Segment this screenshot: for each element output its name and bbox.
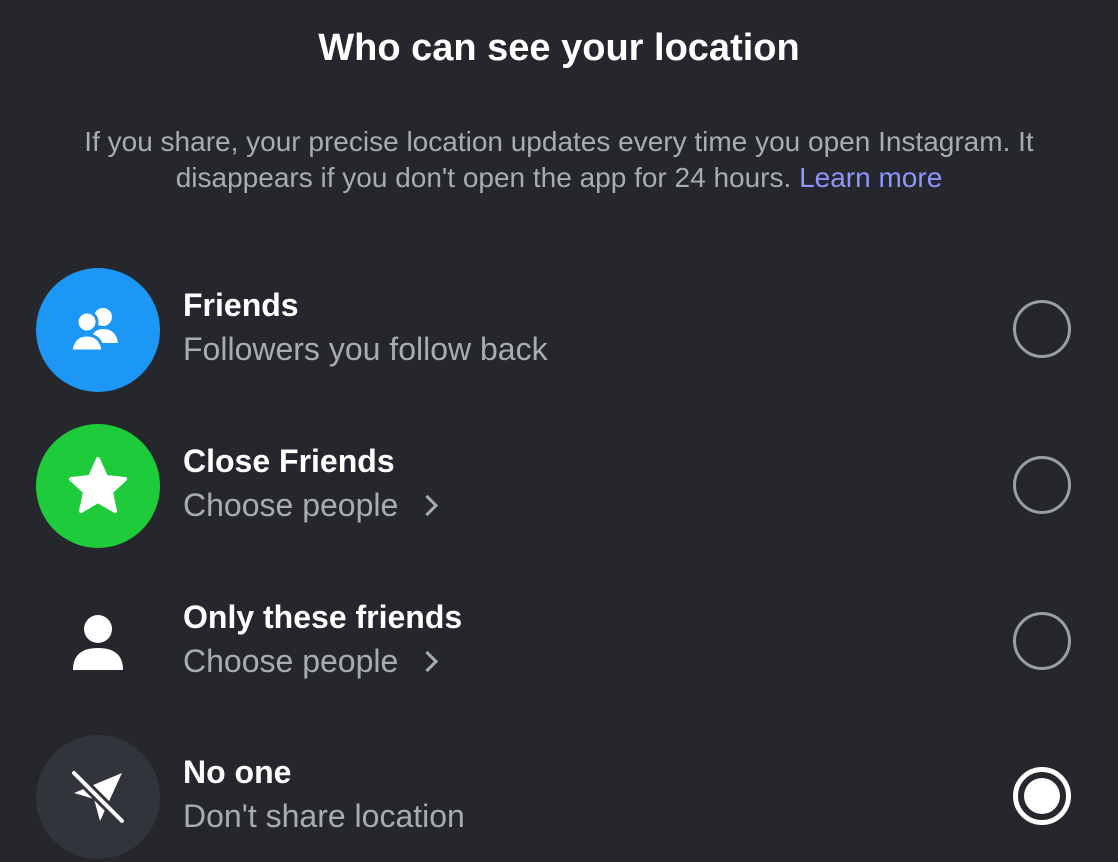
option-only-these-friends[interactable]: Only these friends Choose people bbox=[0, 577, 1118, 707]
radio-only-these-friends[interactable] bbox=[1013, 612, 1071, 670]
option-no-one[interactable]: No one Don't share location bbox=[0, 732, 1118, 862]
friends-avatar bbox=[36, 268, 160, 392]
option-no-one-subtitle-text: Don't share location bbox=[183, 798, 465, 834]
star-icon bbox=[69, 457, 127, 513]
person-icon bbox=[73, 615, 123, 670]
only-these-friends-avatar bbox=[36, 580, 160, 704]
option-no-one-title: No one bbox=[183, 754, 292, 790]
page-title: Who can see your location bbox=[318, 27, 800, 69]
option-close-friends-subtitle-text: Choose people bbox=[183, 487, 399, 523]
radio-no-one[interactable] bbox=[1013, 767, 1071, 825]
chevron-right-icon bbox=[417, 650, 439, 672]
chevron-right-icon bbox=[417, 494, 439, 516]
no-one-avatar bbox=[36, 735, 160, 859]
option-only-these-friends-subtitle[interactable]: Choose people bbox=[183, 641, 439, 681]
option-no-one-subtitle: Don't share location bbox=[183, 796, 465, 836]
option-friends-subtitle: Followers you follow back bbox=[183, 329, 548, 369]
option-close-friends[interactable]: Close Friends Choose people bbox=[0, 421, 1118, 551]
close-friends-avatar bbox=[36, 424, 160, 548]
radio-close-friends[interactable] bbox=[1013, 456, 1071, 514]
friends-icon bbox=[69, 308, 118, 353]
option-close-friends-title: Close Friends bbox=[183, 443, 395, 479]
radio-friends[interactable] bbox=[1013, 300, 1071, 358]
option-friends-subtitle-text: Followers you follow back bbox=[183, 331, 548, 367]
option-only-these-friends-title: Only these friends bbox=[183, 599, 463, 635]
option-friends-title: Friends bbox=[183, 287, 299, 323]
description: If you share, your precise location upda… bbox=[30, 124, 1088, 196]
learn-more-link[interactable]: Learn more bbox=[799, 162, 942, 193]
option-close-friends-subtitle[interactable]: Choose people bbox=[183, 485, 439, 525]
option-only-these-friends-subtitle-text: Choose people bbox=[183, 643, 399, 679]
option-friends[interactable]: Friends Followers you follow back bbox=[0, 265, 1118, 395]
location-off-icon bbox=[70, 769, 126, 825]
